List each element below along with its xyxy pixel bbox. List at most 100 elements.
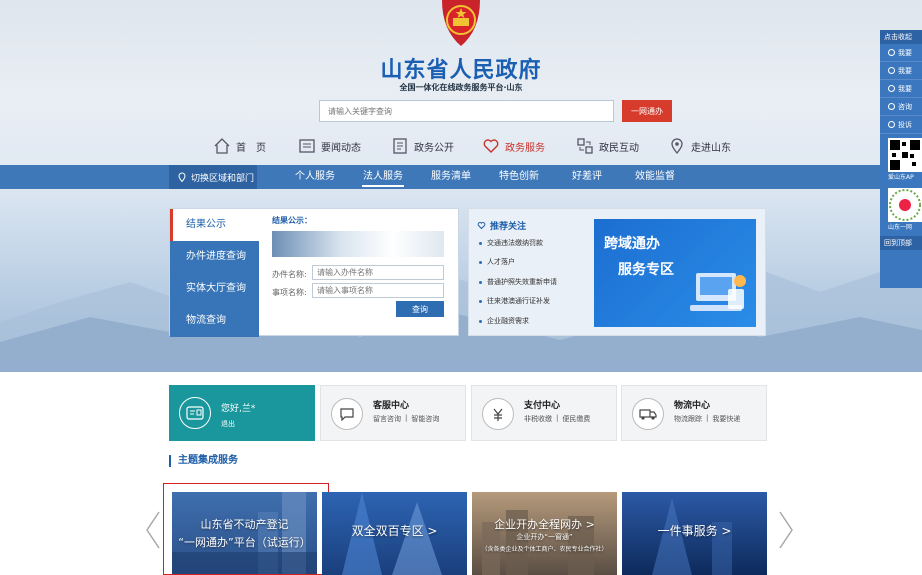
recommend-item-text: 普通护照失效重新申请 [487,278,557,286]
site-title: 山东省人民政府 [380,58,542,83]
truck-icon [632,398,664,430]
recommend-item-text: 往来港澳通行证补发 [487,297,550,305]
tab-evaluation[interactable]: 好差评 [562,165,612,189]
recommend-panel: 推荐关注 交通违法缴纳罚款 人才落户 普通护照失效重新申请 往来港澳通行证补发 … [468,208,766,336]
nav-label: 政民互动 [599,142,639,154]
result-side-menu: 结果公示 办件进度查询 实体大厅查询 物流查询 [170,209,259,337]
user-actions: 退出 [221,419,235,429]
logistics-center-card[interactable]: 物流中心 物流跟踪 | 我要快递 [621,385,767,441]
recommend-item[interactable]: 普通护照失效重新申请 [479,277,557,287]
home-icon [214,138,230,154]
promo-line1: 跨域通办 [604,236,660,252]
service-link[interactable]: 非税收缴 [524,414,552,424]
service-link[interactable]: 物流跟踪 [674,414,702,424]
carousel-next-icon[interactable] [776,510,796,550]
tab-service-list[interactable]: 服务清单 [426,165,476,189]
theme-card-business-startup[interactable]: 企业开办全程网办 > 企业开办“一窗通” （含各类企业及个体工商户、农民专业合作… [472,492,617,575]
theme-card-line1: 企业开办全程网办 > [494,518,595,531]
nav-shandong[interactable]: 走进山东 [668,136,731,156]
search-input[interactable] [319,100,614,122]
menu-result-publicity[interactable]: 结果公示 [170,209,259,241]
nav-government-services[interactable]: 政务服务 [482,136,545,156]
item-name-label: 事项名称: [272,288,307,297]
sidebar-item-label: 我要 [898,84,912,93]
theme-card-one-thing[interactable]: 一件事服务 > [622,492,767,575]
theme-card-line1: 双全双百专区 > [351,524,438,538]
top-navigation: 首 页 要闻动态 政务公开 政务服务 政民互动 走进山东 [210,136,750,156]
nav-label: 走进山东 [691,142,731,154]
tab-featured-innovation[interactable]: 特色创新 [494,165,544,189]
customer-service-card[interactable]: 客服中心 留言咨询 | 智能咨询 [320,385,466,441]
nav-news[interactable]: 要闻动态 [298,136,361,156]
document-icon [393,138,407,154]
tab-efficiency-supervision[interactable]: 效能监督 [630,165,680,189]
mini-program-label: 山东一网 [888,224,913,231]
bullet-icon [479,280,482,284]
service-link[interactable]: 智能咨询 [411,414,439,424]
service-link[interactable]: 便民缴费 [562,414,590,424]
menu-progress-query[interactable]: 办件进度查询 [170,241,259,273]
theme-card-line2: 企业开办“一窗通” [516,533,573,541]
recommend-item[interactable]: 人才落户 [479,257,515,267]
recommend-item[interactable]: 企业融资需求 [479,316,529,326]
region-switch-label: 切换区域和部门 [191,173,255,184]
menu-logistics-query[interactable]: 物流查询 [170,305,259,337]
chat-icon [888,103,895,110]
sidebar-collapse-button[interactable]: 点击收起 [880,30,922,44]
region-switch-button[interactable]: 切换区域和部门 [169,165,257,189]
service-card-title: 客服中心 [373,401,410,411]
user-card[interactable]: 您好,兰* 退出 [169,385,315,441]
recommend-item[interactable]: 往来港澳通行证补发 [479,296,550,306]
theme-card-line1: 一件事服务 > [657,524,732,538]
menu-hall-query[interactable]: 实体大厅查询 [170,273,259,305]
separator: | [405,414,408,422]
logout-link[interactable]: 退出 [221,419,235,429]
tab-personal-service[interactable]: 个人服务 [290,165,340,189]
sidebar-item[interactable]: 我要 [880,80,922,98]
back-to-top-button[interactable]: 回到顶部 [880,236,922,250]
carousel-prev-icon[interactable] [143,510,163,550]
recommend-item[interactable]: 交通违法缴纳罚款 [479,238,543,248]
nav-interaction[interactable]: 政民互动 [576,136,639,156]
search-button[interactable]: 一网通办 [622,100,672,122]
nav-label: 政务服务 [505,142,545,154]
sidebar-item[interactable]: 投诉 [880,116,922,134]
case-name-input[interactable] [312,265,444,280]
interaction-icon [577,138,593,154]
location-pin-icon [178,172,186,182]
sidebar-item[interactable]: 咨询 [880,98,922,116]
separator: | [706,414,709,422]
service-card-links: 物流跟踪 | 我要快递 [674,414,740,424]
sidebar-item-label: 投诉 [898,120,912,129]
recommend-title: 推荐关注 [477,219,526,232]
nav-home[interactable]: 首 页 [213,136,266,156]
bullet-icon [479,260,482,264]
sidebar-item[interactable]: 我要 [880,44,922,62]
service-card-links: 非税收缴 | 便民缴费 [524,414,590,424]
sidebar-item[interactable]: 我要 [880,62,922,80]
app-label: 爱山东AP [888,174,914,181]
nav-government-affairs[interactable]: 政务公开 [391,136,454,156]
separator: | [556,414,559,422]
payment-center-card[interactable]: 支付中心 非税收缴 | 便民缴费 [471,385,617,441]
app-qr-code-icon [888,138,922,172]
case-name-label: 办件名称: [272,270,307,279]
theme-section-title: 主题集成服务 [169,455,238,467]
nav-label: 首 页 [236,142,266,154]
nav-label: 要闻动态 [321,142,361,154]
question-icon [888,67,895,74]
item-name-input[interactable] [312,283,444,298]
theme-card-double-hundred[interactable]: 双全双百专区 > [322,492,467,575]
bullet-icon [479,299,482,303]
service-link[interactable]: 我要快递 [712,414,740,424]
tab-enterprise-service[interactable]: 法人服务 [358,165,408,189]
service-link[interactable]: 留言咨询 [373,414,401,424]
national-emblem-icon [442,0,480,46]
recommend-item-text: 人才落户 [487,258,515,266]
yuan-icon [482,398,514,430]
panel-title: 结果公示： [272,216,312,225]
promo-line2: 服务专区 [618,262,674,278]
cross-region-promo-banner[interactable]: 跨域通办 服务专区 [594,219,756,327]
query-button[interactable]: 查询 [396,301,444,317]
sidebar-item-label: 我要 [898,66,912,75]
